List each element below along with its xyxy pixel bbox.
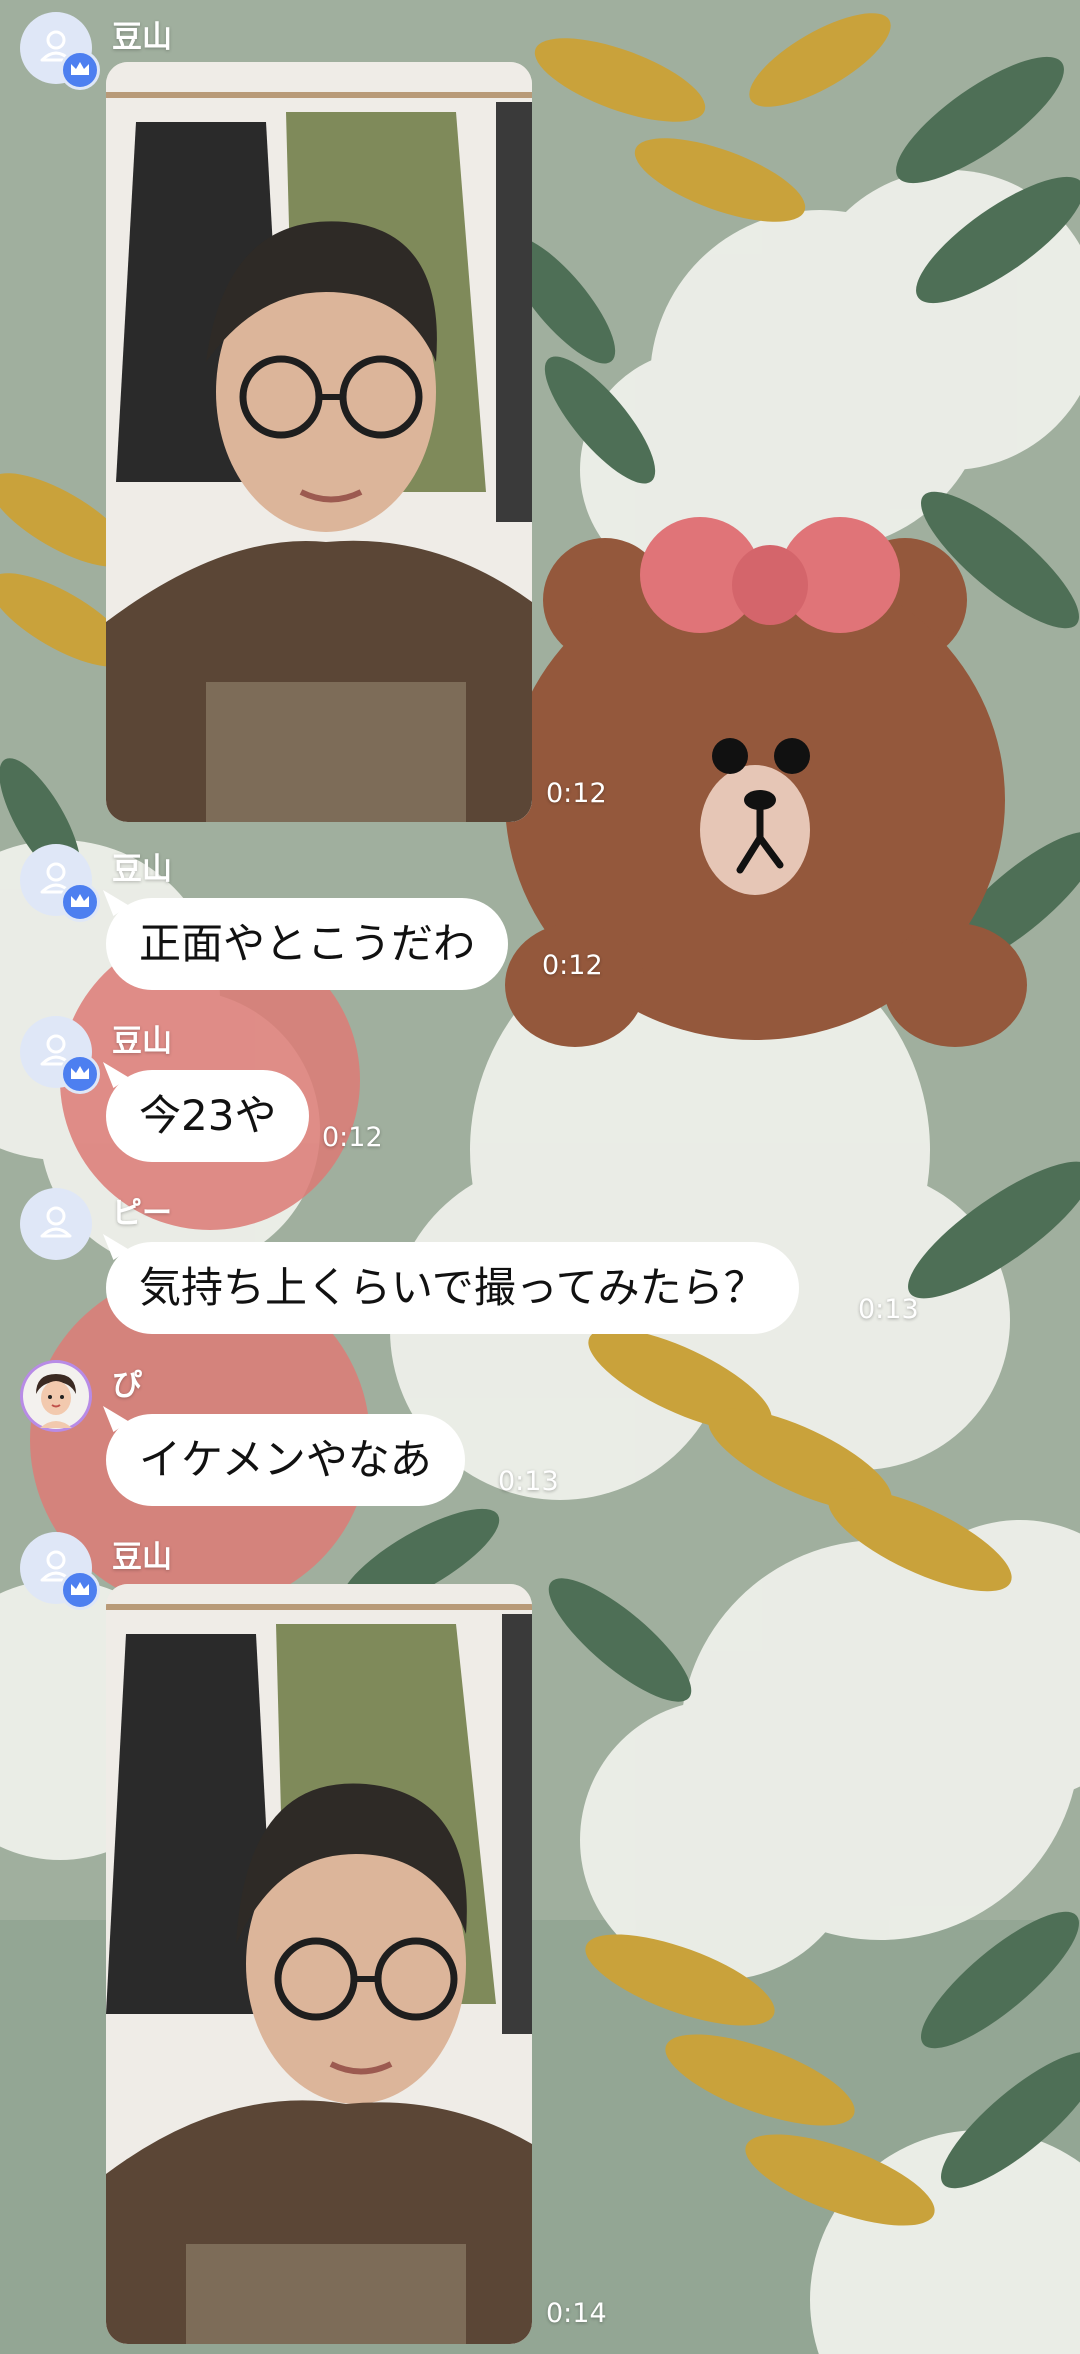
sender-avatar[interactable] bbox=[20, 12, 100, 90]
selfie-photo-1 bbox=[106, 62, 532, 822]
crown-icon bbox=[60, 1054, 100, 1094]
sender-name: 豆山 bbox=[112, 852, 172, 887]
sender-avatar[interactable] bbox=[20, 844, 100, 922]
photo-message[interactable] bbox=[106, 1584, 532, 2344]
sender-name: 豆山 bbox=[112, 1024, 172, 1059]
message-bubble[interactable]: 正面やとこうだわ bbox=[106, 898, 509, 990]
selfie-photo-2 bbox=[106, 1584, 532, 2344]
message-bubble[interactable]: イケメンやなあ bbox=[106, 1414, 465, 1506]
crown-icon bbox=[60, 50, 100, 90]
message-bubble[interactable]: 気持ち上くらいで撮ってみたら？ bbox=[106, 1242, 799, 1334]
sender-name: 豆山 bbox=[112, 20, 172, 55]
sender-name: ぴ bbox=[112, 1368, 142, 1403]
message-time: 0:12 bbox=[546, 778, 607, 809]
sender-name: 豆山 bbox=[112, 1540, 172, 1575]
message-bubble[interactable]: 今23や bbox=[106, 1070, 310, 1162]
message-time: 0:14 bbox=[546, 2298, 607, 2329]
sender-avatar[interactable] bbox=[20, 1532, 100, 1610]
sender-avatar[interactable] bbox=[20, 1360, 92, 1432]
sender-avatar[interactable] bbox=[20, 1016, 100, 1094]
illustrated-avatar-icon bbox=[23, 1363, 89, 1429]
photo-message[interactable] bbox=[106, 62, 532, 822]
crown-icon bbox=[60, 882, 100, 922]
sender-name: ピー bbox=[112, 1196, 172, 1231]
message-time: 0:13 bbox=[498, 1466, 559, 1497]
sender-avatar[interactable] bbox=[20, 1188, 92, 1260]
message-time: 0:13 bbox=[858, 1294, 919, 1325]
chat-message-list[interactable]: 豆山 0:12 豆山 正面やとこうだわ 0:12 豆山 今23や 0:12 ピー… bbox=[0, 0, 1080, 2354]
person-placeholder-icon bbox=[40, 1206, 72, 1238]
message-time: 0:12 bbox=[542, 950, 603, 981]
crown-icon bbox=[60, 1570, 100, 1610]
message-time: 0:12 bbox=[322, 1122, 383, 1153]
